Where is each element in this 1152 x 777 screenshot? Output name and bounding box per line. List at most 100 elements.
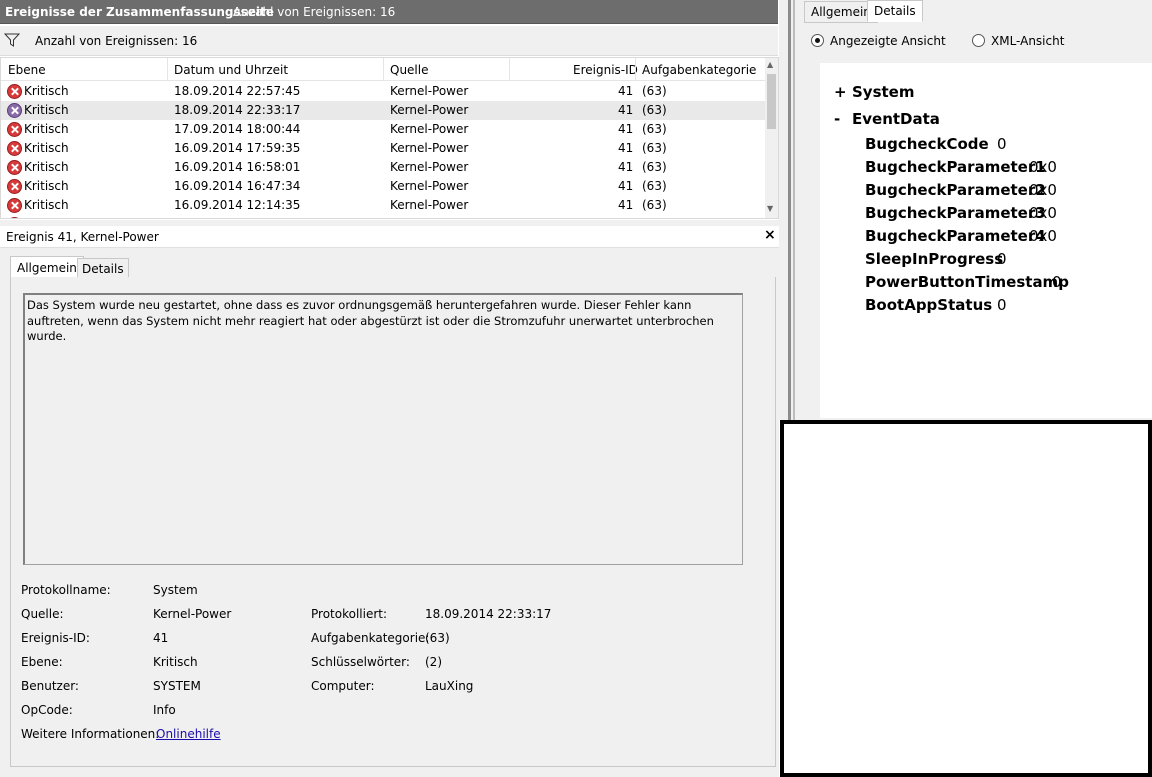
radio-xml-view-label[interactable]: XML-Ansicht [991, 34, 1064, 48]
critical-error-icon [7, 103, 22, 118]
filter-count-label: Anzahl von Ereignissen: 16 [35, 34, 198, 48]
close-icon[interactable]: × [764, 227, 776, 243]
column-divider[interactable] [509, 58, 510, 80]
critical-error-icon [7, 179, 22, 194]
cell-source: Kernel-Power [390, 84, 469, 98]
eventdata-field-value: 0 [997, 135, 1007, 153]
cell-level: Kritisch [24, 84, 69, 98]
cell-event-id: 41 [618, 160, 634, 174]
field-label-opcode: OpCode: [21, 703, 73, 717]
cell-source: Kernel-Power [390, 160, 469, 174]
expand-system-icon[interactable]: + [834, 83, 847, 101]
table-row[interactable]: Kritisch 18.09.2014 22:57:45 Kernel-Powe… [1, 82, 766, 101]
vertical-splitter[interactable] [779, 0, 796, 420]
tree-node-system[interactable]: System [852, 83, 914, 101]
field-value-ebene: Kritisch [153, 655, 198, 669]
eventdata-field-value: 0x0 [1029, 227, 1057, 245]
table-row-partial[interactable] [1, 215, 766, 218]
radio-displayed-view[interactable] [811, 34, 824, 47]
radio-xml-view[interactable] [972, 34, 985, 47]
critical-error-icon [7, 122, 22, 137]
field-value-protokollname: System [153, 583, 198, 597]
radio-displayed-view-label[interactable]: Angezeigte Ansicht [830, 34, 946, 48]
eventdata-field-name: BootAppStatus [865, 296, 993, 314]
scroll-down-arrow-icon[interactable]: ▼ [767, 204, 773, 213]
splitter-bar [793, 0, 795, 420]
event-table: Ebene Datum und Uhrzeit Quelle Ereignis-… [0, 57, 779, 219]
field-label-schluesselwoerter: Schlüsselwörter: [311, 655, 410, 669]
cell-level: Kritisch [24, 179, 69, 193]
cell-datetime: 18.09.2014 22:57:45 [174, 84, 301, 98]
cell-category: (63) [642, 198, 667, 212]
field-value-schluesselwoerter: (2) [425, 655, 442, 669]
tree-node-eventdata[interactable]: EventData [852, 110, 940, 128]
filter-icon[interactable] [4, 33, 20, 47]
eventdata-field-value: 0 [1052, 273, 1062, 291]
cell-category: (63) [642, 179, 667, 193]
column-divider[interactable] [167, 58, 168, 80]
cell-source: Kernel-Power [390, 198, 469, 212]
column-header-ebene[interactable]: Ebene [8, 63, 46, 77]
field-label-weitere-informationen: Weitere Informationen: [21, 727, 160, 741]
collapse-eventdata-icon[interactable]: - [834, 110, 840, 128]
table-header: Ebene Datum und Uhrzeit Quelle Ereignis-… [1, 58, 766, 81]
table-row[interactable]: Kritisch 16.09.2014 16:47:34 Kernel-Powe… [1, 177, 766, 196]
xml-tree-view: + System - EventData BugcheckCode 0 Bugc… [820, 63, 1152, 418]
field-label-aufgabenkategorie: Aufgabenkategorie: [311, 631, 430, 645]
title-bar: Ereignisse der Zusammenfassungsseite Anz… [0, 0, 778, 24]
column-header-aufgabenkategorie[interactable]: Aufgabenkategorie [642, 63, 756, 77]
eventdata-field-name: SleepInProgress [865, 250, 1004, 268]
scrollbar-thumb[interactable] [767, 74, 776, 129]
field-value-opcode: Info [153, 703, 176, 717]
cell-event-id: 41 [618, 198, 634, 212]
cell-datetime: 18.09.2014 22:33:17 [174, 103, 301, 117]
eventdata-field-value: 0 [997, 296, 1007, 314]
field-value-protokolliert: 18.09.2014 22:33:17 [425, 607, 552, 621]
online-help-link[interactable]: Onlinehilfe [156, 727, 221, 741]
cell-category: (63) [642, 122, 667, 136]
table-row-selected[interactable]: Kritisch 18.09.2014 22:33:17 Kernel-Powe… [1, 101, 766, 120]
cell-category: (63) [642, 141, 667, 155]
tab-allgemein[interactable]: Allgemein [10, 256, 84, 278]
field-value-quelle: Kernel-Power [153, 607, 232, 621]
field-label-protokolliert: Protokolliert: [311, 607, 388, 621]
cell-datetime: 16.09.2014 16:58:01 [174, 160, 301, 174]
cell-level: Kritisch [24, 198, 69, 212]
field-label-ebene: Ebene: [21, 655, 63, 669]
cell-datetime: 16.09.2014 17:59:35 [174, 141, 301, 155]
vertical-scrollbar[interactable]: ▲ ▼ [765, 58, 778, 218]
column-header-ereignis-id[interactable]: Ereignis-ID [573, 63, 638, 77]
cell-source: Kernel-Power [390, 141, 469, 155]
event-description-text[interactable]: Das System wurde neu gestartet, ohne das… [23, 293, 743, 565]
eventdata-field-value: 0 [997, 250, 1007, 268]
field-value-aufgabenkategorie: (63) [425, 631, 450, 645]
eventdata-field-name: BugcheckParameter4 [865, 227, 1046, 245]
splitter-bar [788, 0, 791, 420]
cell-event-id: 41 [618, 84, 634, 98]
field-label-benutzer: Benutzer: [21, 679, 79, 693]
eventdata-field-value: 0x0 [1029, 181, 1057, 199]
field-value-computer: LauXing [425, 679, 474, 693]
table-row[interactable]: Kritisch 17.09.2014 18:00:44 Kernel-Powe… [1, 120, 766, 139]
cell-level: Kritisch [24, 141, 69, 155]
critical-error-icon [7, 217, 22, 218]
column-divider[interactable] [635, 58, 636, 80]
field-label-ereignis-id: Ereignis-ID: [21, 631, 90, 645]
column-header-quelle[interactable]: Quelle [390, 63, 428, 77]
column-divider[interactable] [383, 58, 384, 80]
scroll-up-arrow-icon[interactable]: ▲ [767, 60, 773, 69]
critical-error-icon [7, 198, 22, 213]
eventdata-field-name: BugcheckParameter2 [865, 181, 1046, 199]
table-row[interactable]: Kritisch 16.09.2014 12:14:35 Kernel-Powe… [1, 196, 766, 215]
tab-details[interactable]: Details [77, 258, 129, 278]
field-value-ereignis-id: 41 [153, 631, 169, 645]
eventdata-field-name: PowerButtonTimestamp [865, 273, 1069, 291]
cell-datetime: 16.09.2014 16:47:34 [174, 179, 301, 193]
table-row[interactable]: Kritisch 16.09.2014 17:59:35 Kernel-Powe… [1, 139, 766, 158]
table-row[interactable]: Kritisch 16.09.2014 16:58:01 Kernel-Powe… [1, 158, 766, 177]
column-header-datum[interactable]: Datum und Uhrzeit [174, 63, 288, 77]
tab-details-right[interactable]: Details [867, 0, 923, 22]
cell-event-id: 41 [618, 141, 634, 155]
field-label-quelle: Quelle: [21, 607, 64, 621]
critical-error-icon [7, 84, 22, 99]
